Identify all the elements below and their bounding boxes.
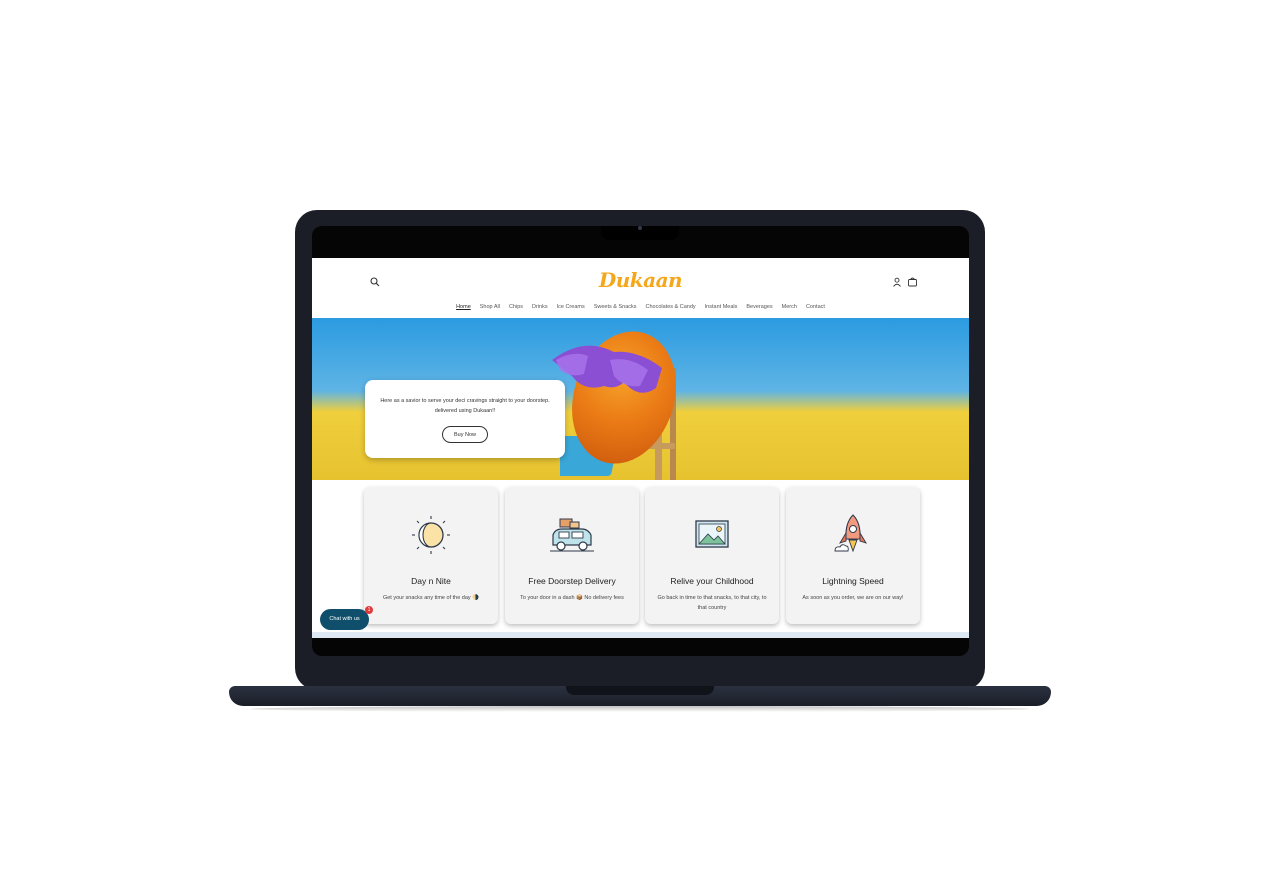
account-icon[interactable] bbox=[892, 277, 902, 287]
feature-card: Day n Nite Get your snacks any time of t… bbox=[364, 487, 498, 624]
moon-sun-icon bbox=[412, 516, 450, 554]
laptop-shadow bbox=[250, 706, 1030, 712]
cart-icon[interactable] bbox=[907, 276, 918, 287]
nav-item-drinks[interactable]: Drinks bbox=[532, 304, 548, 310]
buy-now-button[interactable]: Buy Now bbox=[442, 426, 488, 443]
feature-title: Day n Nite bbox=[411, 576, 451, 586]
feature-desc: Get your snacks any time of the day 🌗 bbox=[382, 595, 480, 601]
rocket-icon bbox=[834, 514, 868, 553]
feature-desc: Go back in time to that snacks, to that … bbox=[657, 595, 767, 611]
picture-frame-icon bbox=[695, 520, 729, 548]
feature-card: Free Doorstep Delivery To your door in a… bbox=[505, 487, 639, 624]
screen-bottom-strip bbox=[312, 632, 969, 638]
main-nav: Home Shop All Chips Drinks Ice Creams Sw… bbox=[312, 304, 969, 310]
hero-text: Here as a savior to serve your deci crav… bbox=[380, 398, 550, 414]
nav-item-home[interactable]: Home bbox=[456, 304, 471, 310]
search-icon[interactable] bbox=[370, 277, 380, 287]
nav-item-ice-creams[interactable]: Ice Creams bbox=[557, 304, 585, 310]
nav-item-contact[interactable]: Contact bbox=[806, 304, 825, 310]
hero-banner: Here as a savior to serve your deci crav… bbox=[312, 318, 969, 480]
feature-desc: To your door in a dash 📦 No delivery fee… bbox=[520, 595, 624, 601]
feature-card: Relive your Childhood Go back in time to… bbox=[645, 487, 779, 624]
feature-card: Lightning Speed As soon as you order, we… bbox=[786, 487, 920, 624]
site-logo[interactable]: Dukaan bbox=[562, 268, 719, 292]
feature-desc: As soon as you order, we are on our way! bbox=[802, 595, 904, 601]
laptop-base-groove bbox=[566, 686, 714, 695]
nav-item-chocolates-candy[interactable]: Chocolates & Candy bbox=[646, 304, 696, 310]
nav-item-sweets-snacks[interactable]: Sweets & Snacks bbox=[594, 304, 637, 310]
browser-screen: Dukaan Home Shop All Chips Drinks Ice Cr… bbox=[312, 258, 969, 638]
nav-item-beverages[interactable]: Beverages bbox=[746, 304, 772, 310]
nav-item-instant-meals[interactable]: Instant Meals bbox=[705, 304, 738, 310]
webcam bbox=[638, 226, 642, 230]
site-header: Dukaan Home Shop All Chips Drinks Ice Cr… bbox=[312, 258, 969, 318]
features-section: Day n Nite Get your snacks any time of t… bbox=[364, 487, 920, 627]
delivery-car-icon bbox=[550, 518, 594, 552]
feature-title: Relive your Childhood bbox=[670, 576, 754, 586]
feature-title: Lightning Speed bbox=[822, 576, 884, 586]
nav-item-merch[interactable]: Merch bbox=[782, 304, 797, 310]
chat-notification-badge: 1 bbox=[365, 606, 373, 614]
nav-item-shop-all[interactable]: Shop All bbox=[480, 304, 500, 310]
nav-item-chips[interactable]: Chips bbox=[509, 304, 523, 310]
chat-with-us-button[interactable]: Chat with us bbox=[320, 609, 369, 630]
hero-card: Here as a savior to serve your deci crav… bbox=[365, 380, 565, 458]
feature-title: Free Doorstep Delivery bbox=[528, 576, 616, 586]
